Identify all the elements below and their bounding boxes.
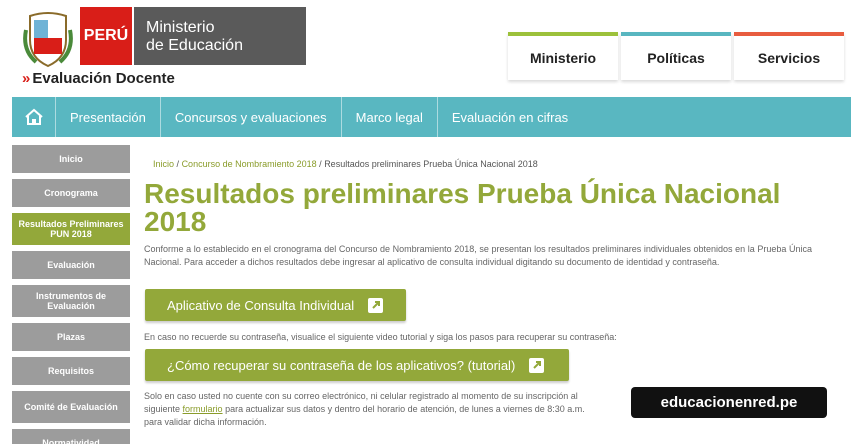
sidebar-item-inicio[interactable]: Inicio [12, 145, 130, 173]
sidebar-item-instrumentos[interactable]: Instrumentos de Evaluación [12, 285, 130, 317]
breadcrumb: Inicio / Concurso de Nombramiento 2018 /… [153, 159, 538, 169]
ministry-line-1: Ministerio [146, 19, 215, 36]
site-header: PERÚ Ministerio de Educación » Evaluación… [0, 0, 851, 96]
footer-line-3: para validar dicha información. [144, 417, 267, 427]
consulta-individual-label: Aplicativo de Consulta Individual [167, 297, 355, 313]
ministry-line-2: de Educación [146, 37, 243, 54]
home-button[interactable] [12, 97, 56, 137]
external-link-icon [529, 357, 545, 373]
intro-paragraph: Conforme a lo establecido en el cronogra… [144, 244, 812, 267]
sidebar-item-plazas[interactable]: Plazas [12, 323, 130, 351]
nav-evaluacion-cifras[interactable]: Evaluación en cifras [438, 97, 582, 137]
breadcrumb-current: Resultados preliminares Prueba Única Nac… [324, 159, 538, 169]
tab-servicios[interactable]: Servicios [734, 32, 844, 80]
footer-line-2: siguiente formulario para actualizar sus… [144, 403, 644, 416]
tutorial-label: ¿Cómo recuperar su contraseña de los apl… [167, 357, 516, 373]
breadcrumb-section[interactable]: Concurso de Nombramiento 2018 [182, 159, 317, 169]
sidebar-item-cronograma[interactable]: Cronograma [12, 179, 130, 207]
ministry-brand[interactable]: Ministerio de Educación [134, 7, 306, 65]
nav-concursos[interactable]: Concursos y evaluaciones [161, 97, 342, 137]
main-nav: Presentación Concursos y evaluaciones Ma… [12, 97, 851, 137]
chevron-icon: » [22, 70, 31, 87]
tutorial-button[interactable]: ¿Cómo recuperar su contraseña de los apl… [145, 349, 569, 381]
nav-presentacion[interactable]: Presentación [56, 97, 161, 137]
peru-brand[interactable]: PERÚ [80, 7, 132, 65]
breadcrumb-separator: / [176, 159, 180, 169]
formulario-link[interactable]: formulario [183, 404, 223, 414]
external-link-icon [368, 297, 384, 313]
nav-marco-legal[interactable]: Marco legal [342, 97, 438, 137]
tab-politicas[interactable]: Políticas [621, 32, 731, 80]
program-title-text: Evaluación Docente [32, 70, 175, 87]
watermark-badge: educacionenred.pe [631, 387, 827, 418]
home-icon [24, 108, 43, 125]
footer-suffix: para actualizar sus datos y dentro del h… [225, 404, 585, 414]
sidebar: Inicio Cronograma Resultados Preliminare… [12, 145, 130, 444]
footer-line-1: Solo en caso usted no cuente con su corr… [144, 391, 578, 401]
footer-paragraph: Solo en caso usted no cuente con su corr… [144, 390, 644, 429]
breadcrumb-home[interactable]: Inicio [153, 159, 174, 169]
sidebar-item-evaluacion[interactable]: Evaluación [12, 251, 130, 279]
sidebar-item-comite[interactable]: Comité de Evaluación [12, 391, 130, 423]
tab-ministerio[interactable]: Ministerio [508, 32, 618, 80]
sidebar-item-resultados[interactable]: Resultados Preliminares PUN 2018 [12, 213, 130, 245]
password-note: En caso no recuerde su contraseña, visua… [144, 332, 617, 342]
page-title: Resultados preliminares Prueba Única Nac… [144, 178, 781, 237]
sidebar-item-requisitos[interactable]: Requisitos [12, 357, 130, 385]
top-nav: Ministerio Políticas Servicios [508, 32, 847, 80]
breadcrumb-separator: / [319, 159, 322, 169]
coat-of-arms-logo [22, 10, 74, 70]
consulta-individual-button[interactable]: Aplicativo de Consulta Individual [145, 289, 406, 321]
program-title[interactable]: » Evaluación Docente [22, 70, 175, 87]
sidebar-item-normatividad[interactable]: Normatividad [12, 429, 130, 444]
footer-prefix: siguiente [144, 404, 181, 414]
